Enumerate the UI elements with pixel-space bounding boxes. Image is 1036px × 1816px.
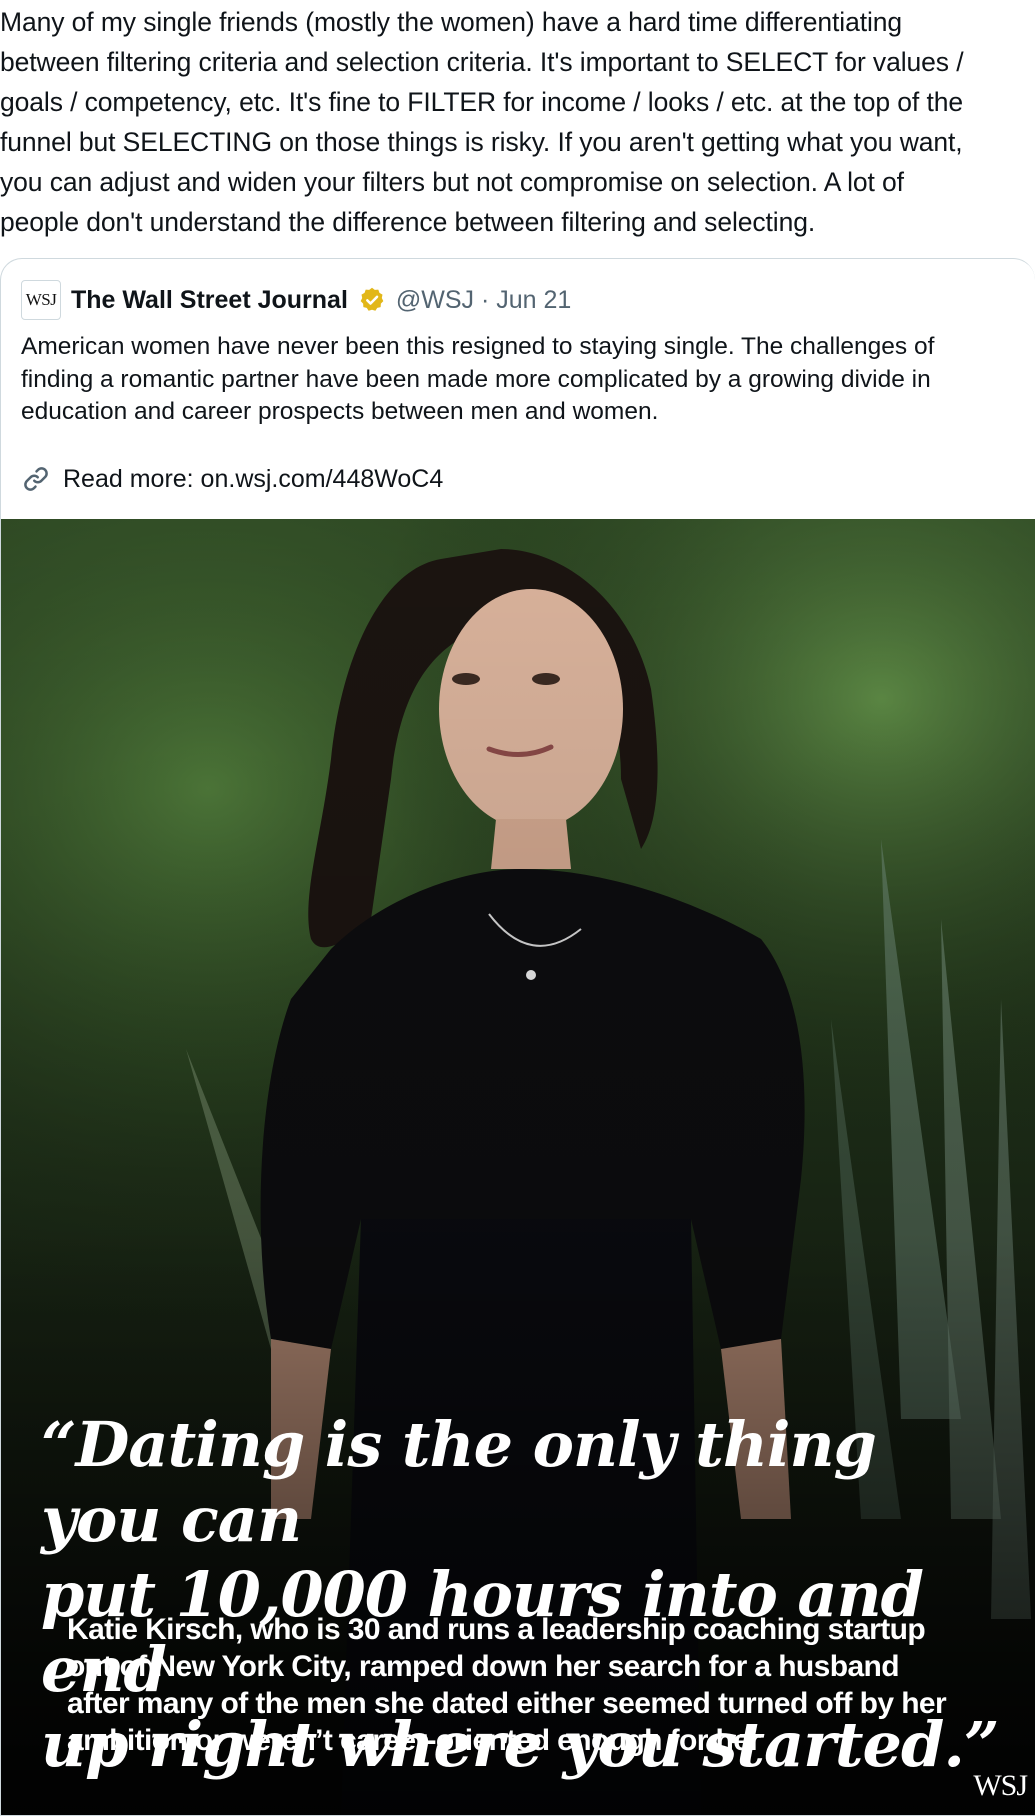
read-more-link[interactable]: Read more: on.wsj.com/448WoC4 — [21, 459, 443, 499]
avatar[interactable]: WSJ — [21, 280, 61, 320]
quoted-tweet-body: American women have never been this resi… — [21, 333, 935, 425]
read-more-label[interactable]: Read more: on.wsj.com/448WoC4 — [63, 465, 443, 494]
photo-caption: Katie Kirsch, who is 30 and runs a leade… — [67, 1613, 947, 1757]
link-icon — [24, 467, 48, 491]
quoted-tweet-header: WSJ The Wall Street Journal @WSJ · Jun 2… — [21, 279, 571, 321]
verified-badge-icon — [360, 287, 384, 311]
tweet-text: Many of my single friends (mostly the wo… — [0, 7, 964, 237]
wsj-logo: WSJ — [973, 1769, 1028, 1802]
author-handle-date[interactable]: @WSJ · Jun 21 — [396, 286, 571, 315]
quoted-tweet-card[interactable]: WSJ The Wall Street Journal @WSJ · Jun 2… — [0, 258, 1035, 1816]
article-photo[interactable]: “Dating is the only thing you can put 10… — [1, 519, 1035, 1815]
author-name[interactable]: The Wall Street Journal — [71, 286, 348, 315]
